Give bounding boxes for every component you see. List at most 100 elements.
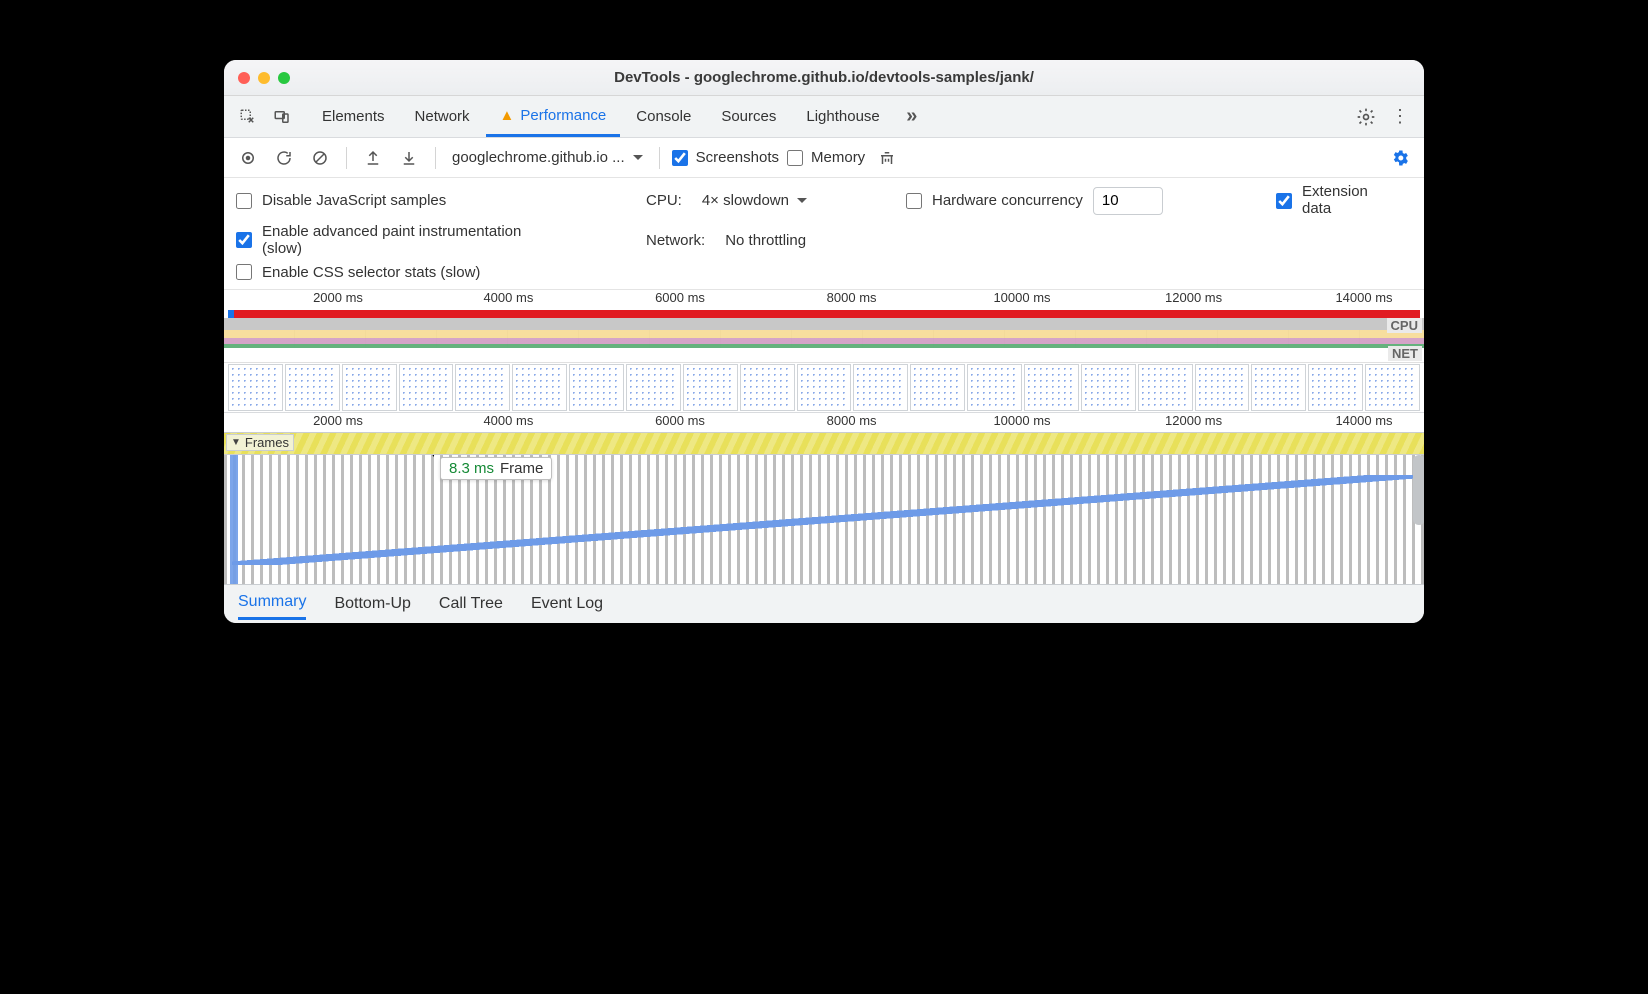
tab-label: Console	[636, 108, 691, 125]
filmstrip-thumb[interactable]	[1365, 364, 1420, 411]
screenshots-checkbox-input[interactable]	[672, 150, 688, 166]
capture-settings-icon[interactable]	[1386, 144, 1414, 172]
filmstrip-thumb[interactable]	[1195, 364, 1250, 411]
filmstrip-thumb[interactable]	[399, 364, 454, 411]
tab-label: Lighthouse	[806, 108, 879, 125]
tab-label: Elements	[322, 108, 385, 125]
extension-data-checkbox[interactable]: Extension data	[1276, 184, 1412, 217]
filmstrip-thumb[interactable]	[1138, 364, 1193, 411]
tooltip-label: Frame	[500, 460, 543, 477]
dropdown-label: googlechrome.github.io ...	[452, 149, 625, 166]
tooltip-duration: 8.3 ms	[449, 460, 494, 477]
frames-track-toggle[interactable]: Frames	[226, 434, 294, 451]
filmstrip-thumb[interactable]	[228, 364, 283, 411]
tab-label: Bottom-Up	[334, 595, 410, 612]
ruler-tick: 2000 ms	[313, 290, 363, 305]
filmstrip-thumb[interactable]	[967, 364, 1022, 411]
flame-ruler[interactable]: 2000 ms 4000 ms 6000 ms 8000 ms 10000 ms…	[224, 413, 1424, 433]
close-window-button[interactable]	[238, 72, 250, 84]
filmstrip-thumb[interactable]	[1081, 364, 1136, 411]
clear-button[interactable]	[306, 144, 334, 172]
memory-checkbox[interactable]: Memory	[787, 149, 865, 166]
ruler-tick: 4000 ms	[483, 290, 533, 305]
filmstrip-thumb[interactable]	[910, 364, 965, 411]
inspect-element-icon[interactable]	[232, 101, 264, 133]
tab-lighthouse[interactable]: Lighthouse	[792, 96, 893, 137]
tab-label: Summary	[238, 593, 306, 610]
net-lane-label: NET	[1388, 346, 1422, 361]
reload-record-button[interactable]	[270, 144, 298, 172]
minimize-window-button[interactable]	[258, 72, 270, 84]
screenshots-checkbox[interactable]: Screenshots	[672, 149, 779, 166]
filmstrip-thumb[interactable]	[1308, 364, 1363, 411]
filmstrip-thumb[interactable]	[740, 364, 795, 411]
zoom-window-button[interactable]	[278, 72, 290, 84]
adv-paint-checkbox[interactable]: Enable advanced paint instrumentation (s…	[236, 223, 646, 258]
tab-call-tree[interactable]: Call Tree	[439, 589, 503, 619]
tab-summary[interactable]: Summary	[238, 587, 306, 620]
filmstrip-thumb[interactable]	[285, 364, 340, 411]
hardware-concurrency-field[interactable]	[1093, 187, 1163, 215]
network-label: Network:	[646, 232, 705, 249]
garbage-collect-icon[interactable]	[873, 144, 901, 172]
settings-icon[interactable]	[1350, 101, 1382, 133]
hardware-concurrency-input[interactable]	[906, 193, 922, 209]
frame-tooltip: 8.3 ms Frame	[440, 457, 552, 480]
record-button[interactable]	[234, 144, 262, 172]
ruler-tick: 14000 ms	[1335, 413, 1392, 428]
flamechart-pane[interactable]: 2000 ms 4000 ms 6000 ms 8000 ms 10000 ms…	[224, 413, 1424, 585]
hardware-concurrency-checkbox[interactable]: Hardware concurrency	[906, 187, 1276, 215]
filmstrip-thumb[interactable]	[626, 364, 681, 411]
device-toolbar-icon[interactable]	[266, 101, 298, 133]
tab-elements[interactable]: Elements	[308, 96, 399, 137]
profile-selector-dropdown[interactable]: googlechrome.github.io ...	[448, 147, 647, 168]
cpu-throttle-dropdown[interactable]: 4× slowdown	[698, 190, 811, 211]
ruler-tick: 2000 ms	[313, 413, 363, 428]
track-label: Frames	[245, 435, 289, 450]
tab-network[interactable]: Network	[401, 96, 484, 137]
disable-js-samples-checkbox[interactable]: Disable JavaScript samples	[236, 192, 646, 209]
frames-track[interactable]: Frames	[224, 433, 1424, 455]
filmstrip-thumb[interactable]	[797, 364, 852, 411]
tab-console[interactable]: Console	[622, 96, 705, 137]
cpu-lane-label: CPU	[1387, 318, 1422, 333]
filmstrip-thumb[interactable]	[342, 364, 397, 411]
memory-checkbox-input[interactable]	[787, 150, 803, 166]
overview-ruler[interactable]: 2000 ms 4000 ms 6000 ms 8000 ms 10000 ms…	[224, 290, 1424, 310]
overview-filmstrip[interactable]	[224, 362, 1424, 412]
css-selector-input[interactable]	[236, 264, 252, 280]
frames-bars[interactable]: 8.3 ms Frame	[224, 455, 1424, 585]
tab-label: Event Log	[531, 595, 603, 612]
panel-tabbar: Elements Network ▲ Performance Console S…	[224, 96, 1424, 138]
filmstrip-thumb[interactable]	[512, 364, 567, 411]
details-tabbar: Summary Bottom-Up Call Tree Event Log	[224, 585, 1424, 623]
filmstrip-thumb[interactable]	[455, 364, 510, 411]
filmstrip-thumb[interactable]	[1251, 364, 1306, 411]
upload-profile-button[interactable]	[359, 144, 387, 172]
extension-data-input[interactable]	[1276, 193, 1292, 209]
tab-bottom-up[interactable]: Bottom-Up	[334, 589, 410, 619]
filmstrip-thumb[interactable]	[683, 364, 738, 411]
ruler-tick: 6000 ms	[655, 290, 705, 305]
disable-js-samples-input[interactable]	[236, 193, 252, 209]
tab-performance[interactable]: ▲ Performance	[486, 96, 621, 137]
adv-paint-input[interactable]	[236, 232, 252, 248]
checkbox-label: Screenshots	[696, 149, 779, 166]
tab-sources[interactable]: Sources	[707, 96, 790, 137]
ruler-tick: 14000 ms	[1335, 290, 1392, 305]
filmstrip-thumb[interactable]	[1024, 364, 1079, 411]
download-profile-button[interactable]	[395, 144, 423, 172]
overview-cpu-chart: CPU	[224, 318, 1424, 348]
cpu-throttle: CPU: 4× slowdown	[646, 190, 906, 211]
filmstrip-thumb[interactable]	[569, 364, 624, 411]
overview-pane[interactable]: 2000 ms 4000 ms 6000 ms 8000 ms 10000 ms…	[224, 290, 1424, 413]
more-tabs-button[interactable]: »	[896, 101, 928, 133]
css-selector-checkbox[interactable]: Enable CSS selector stats (slow)	[236, 264, 646, 281]
ruler-tick: 4000 ms	[483, 413, 533, 428]
kebab-menu-icon[interactable]: ⋮	[1384, 101, 1416, 133]
tab-event-log[interactable]: Event Log	[531, 589, 603, 619]
filmstrip-thumb[interactable]	[853, 364, 908, 411]
ruler-tick: 10000 ms	[993, 290, 1050, 305]
network-throttle: Network: No throttling	[646, 232, 1276, 249]
flame-scrollbar[interactable]	[1413, 455, 1424, 525]
